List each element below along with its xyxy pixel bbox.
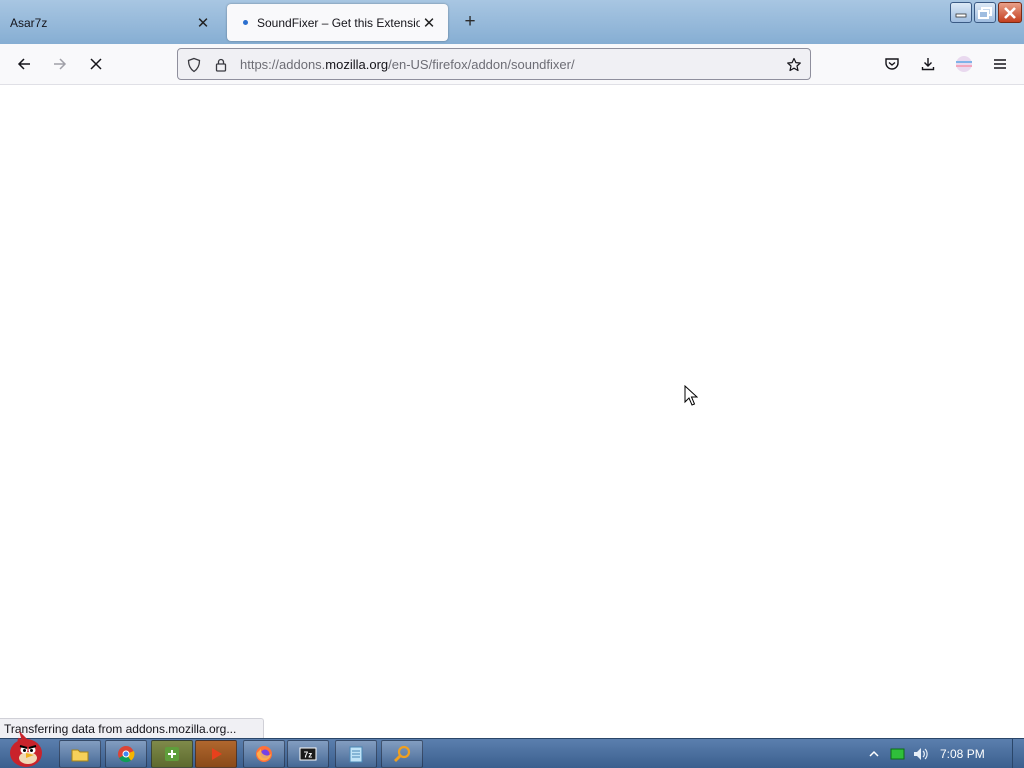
- restore-button[interactable]: [974, 2, 996, 23]
- tracking-shield-icon[interactable]: [185, 56, 203, 74]
- stop-loading-button[interactable]: [82, 50, 110, 78]
- taskbar-7zip[interactable]: 7z: [287, 740, 329, 768]
- 7zip-icon: 7z: [299, 747, 317, 761]
- lock-icon[interactable]: [212, 56, 230, 74]
- chrome-icon: [118, 746, 135, 763]
- svg-text:7z: 7z: [304, 751, 312, 760]
- back-arrow-icon: [17, 58, 30, 70]
- folder-icon: [71, 749, 89, 762]
- volume-icon[interactable]: [912, 746, 930, 762]
- pocket-button[interactable]: [878, 50, 906, 78]
- start-button[interactable]: [2, 731, 50, 768]
- close-icon: [1004, 6, 1016, 19]
- magnifier-icon: [394, 745, 411, 762]
- taskbar-search-tool[interactable]: [381, 740, 423, 768]
- taskbar-notepad[interactable]: [335, 740, 377, 768]
- account-avatar-icon: [956, 56, 972, 72]
- clock[interactable]: 7:08 PM: [940, 747, 985, 761]
- taskbar-firefox[interactable]: [243, 740, 285, 768]
- new-tab-button[interactable]: +: [459, 10, 481, 34]
- taskbar: 7z 7:08 PM: [0, 731, 1024, 768]
- loading-favicon-icon: [237, 15, 253, 31]
- navigation-toolbar: https://addons.mozilla.org/en-US/firefox…: [0, 44, 1024, 85]
- utility-app-icon: [165, 747, 179, 761]
- url-text: https://addons.mozilla.org/en-US/firefox…: [240, 57, 575, 72]
- url-path: /en-US/firefox/addon/soundfixer/: [388, 57, 575, 72]
- download-icon: [921, 58, 935, 71]
- minimize-button[interactable]: [950, 2, 972, 23]
- show-hidden-icons-icon[interactable]: [868, 748, 880, 760]
- back-button[interactable]: [10, 50, 38, 78]
- taskbar-file-explorer[interactable]: [59, 740, 101, 768]
- url-prefix: https://addons.: [240, 57, 326, 72]
- url-host: mozilla.org: [325, 57, 389, 72]
- minimize-icon: [955, 13, 967, 17]
- downloads-button[interactable]: [914, 50, 942, 78]
- bookmark-star-icon[interactable]: [785, 56, 803, 74]
- close-window-button[interactable]: [998, 2, 1022, 23]
- network-icon[interactable]: [890, 747, 906, 761]
- system-tray: [868, 739, 930, 768]
- app-menu-button[interactable]: [986, 50, 1014, 78]
- show-desktop-button[interactable]: [1012, 739, 1024, 768]
- hamburger-menu-icon: [994, 59, 1006, 69]
- taskbar-chrome[interactable]: [105, 740, 147, 768]
- angry-bird-start-icon: [10, 731, 42, 767]
- firefox-icon: [256, 746, 272, 762]
- page-content[interactable]: [0, 85, 1024, 738]
- stop-icon: [90, 58, 102, 70]
- forward-button[interactable]: [46, 50, 74, 78]
- tab-title: Asar7z: [10, 15, 48, 30]
- play-icon: [212, 748, 222, 760]
- taskbar-media-player[interactable]: [195, 740, 237, 768]
- window-controls: [950, 2, 1022, 23]
- taskbar-app-green[interactable]: [151, 740, 193, 768]
- tab-close-icon[interactable]: ✕: [420, 14, 438, 32]
- tab-close-icon[interactable]: ✕: [194, 14, 212, 32]
- account-button[interactable]: [950, 50, 978, 78]
- tab-soundfixer[interactable]: SoundFixer – Get this Extension ✕: [227, 4, 448, 41]
- tab-title: SoundFixer – Get this Extension: [257, 15, 420, 30]
- address-bar[interactable]: https://addons.mozilla.org/en-US/firefox…: [177, 48, 811, 80]
- pocket-icon: [885, 58, 899, 70]
- restore-icon: [978, 6, 992, 19]
- mouse-cursor-icon: [684, 385, 698, 406]
- notepad-icon: [349, 746, 363, 763]
- tab-asar7z[interactable]: Asar7z ✕: [0, 4, 222, 41]
- forward-arrow-icon: [54, 58, 67, 70]
- tab-strip: Asar7z ✕ SoundFixer – Get this Extension…: [0, 0, 1024, 44]
